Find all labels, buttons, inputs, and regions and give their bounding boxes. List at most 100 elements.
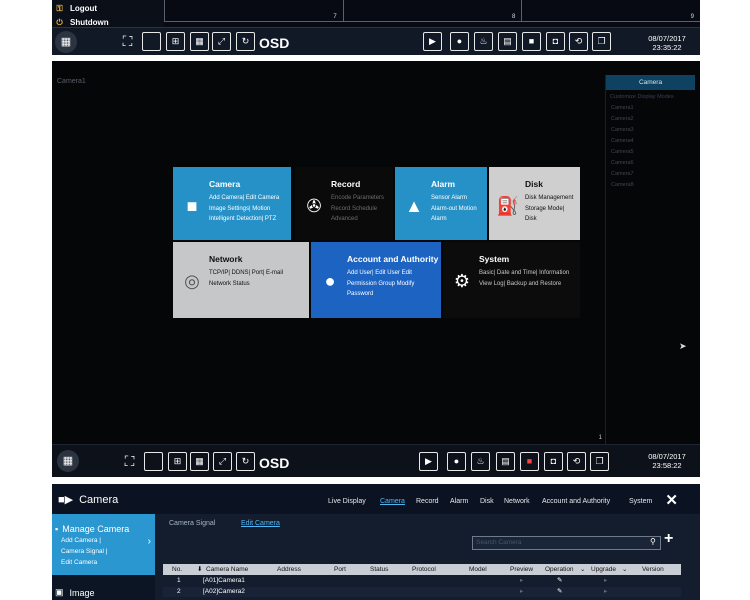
alarm-icon[interactable]: ♨ — [471, 452, 490, 471]
alarm-light-icon: ▲ — [405, 196, 423, 216]
record-tile[interactable]: ✇ Record Encode Parameters Record Schedu… — [295, 167, 393, 240]
video-camera-icon: ▪ — [55, 524, 59, 534]
disk-tile[interactable]: ⛽ Disk Disk Management Storage Mode| Dis… — [489, 167, 580, 240]
grid-cell[interactable]: 7 — [164, 0, 343, 22]
alarm-icon[interactable]: ♨ — [474, 32, 493, 51]
chevron-down-icon[interactable]: ⌄ — [580, 564, 585, 575]
tile-desc: Add Camera| Edit Camera Image Settings| … — [209, 195, 280, 222]
refresh-icon[interactable]: ⟲ — [569, 32, 588, 51]
play-icon[interactable]: ▸ — [520, 587, 523, 597]
nav-live-display[interactable]: Live Display — [328, 498, 366, 505]
manual-record-icon[interactable]: ● — [447, 452, 466, 471]
layout-1-icon[interactable] — [142, 32, 161, 51]
fullscreen-icon[interactable]: ⛶ — [120, 452, 139, 471]
nav-system[interactable]: System — [629, 498, 652, 505]
disk-icon[interactable]: ▤ — [498, 32, 517, 51]
manage-camera-heading: ▪ Manage Camera — [55, 524, 129, 534]
nav-account-authority[interactable]: Account and Authority — [542, 498, 610, 505]
sidebar-header[interactable]: Camera — [606, 75, 695, 90]
tab-camera-signal[interactable]: Camera Signal — [169, 520, 215, 527]
layout-9-icon[interactable]: ▦ — [190, 32, 209, 51]
sidebar-subitem-camera-signal[interactable]: Camera Signal | — [61, 548, 108, 555]
search-icon[interactable]: ⚲ — [650, 537, 656, 546]
image-label: Image — [69, 587, 95, 598]
lock-icon[interactable]: ◘ — [546, 32, 565, 51]
nav-camera[interactable]: Camera — [380, 498, 405, 505]
sidebar-item-manage-camera[interactable]: ▪ Manage Camera Add Camera | Camera Sign… — [52, 514, 155, 575]
sidebar-item-camera[interactable]: Camera5 — [606, 146, 695, 157]
sidebar-item-camera[interactable]: Camera7 — [606, 168, 695, 179]
edit-icon[interactable]: ✎ — [557, 576, 562, 586]
refresh-icon[interactable]: ⟲ — [567, 452, 586, 471]
live-view-top-panel: ⚿ Logout ⏻ Shutdown 7 8 9 ▦ ⛶ ⊞ ▦ ⤢ ↻ OS… — [52, 0, 700, 55]
osd-off-button[interactable]: OSDOFF — [259, 453, 289, 477]
layout-4-icon[interactable]: ⊞ — [168, 452, 187, 471]
sidebar-item-camera[interactable]: Camera3 — [606, 124, 695, 135]
sidebar-subheader[interactable]: Customize Display Modes — [606, 90, 695, 102]
fullscreen-icon[interactable]: ⛶ — [118, 32, 137, 51]
tile-desc: Sensor Alarm Alarm-out Motion Alarm — [431, 195, 477, 222]
window-icon[interactable]: ❐ — [592, 32, 611, 51]
sort-icon[interactable]: ⬇ — [197, 564, 202, 575]
upgrade-icon[interactable]: ▸ — [604, 576, 607, 586]
sidebar-item-camera[interactable]: Camera6 — [606, 157, 695, 168]
manual-record-icon[interactable]: ● — [450, 32, 469, 51]
sidebar-item-image[interactable]: ▣ Image — [55, 587, 95, 598]
network-tile[interactable]: ◎ Network TCP/IP| DDNS| Port| E-mail Net… — [173, 242, 309, 318]
edit-icon[interactable]: ✎ — [557, 587, 562, 597]
tab-edit-camera[interactable]: Edit Camera — [241, 520, 280, 527]
upgrade-icon[interactable]: ▸ — [604, 587, 607, 597]
layout-custom-icon[interactable]: ⤢ — [212, 32, 231, 51]
layout-4-icon[interactable]: ⊞ — [166, 32, 185, 51]
tile-title: Alarm — [431, 179, 456, 189]
playback-icon[interactable]: ▶ — [423, 32, 442, 51]
nav-network[interactable]: Network — [504, 498, 530, 505]
row-number: 1 — [177, 577, 181, 584]
table-row[interactable]: 1 [A01]Camera1 ▸ ✎ ▸ — [163, 576, 681, 586]
sidebar-subitem-add-camera[interactable]: Add Camera | — [61, 537, 101, 544]
grid-cell[interactable]: 8 — [342, 0, 522, 22]
window-icon[interactable]: ❐ — [590, 452, 609, 471]
tile-desc: TCP/IP| DDNS| Port| E-mail Network Statu… — [209, 270, 284, 287]
table-row[interactable]: 2 [A02]Camera2 ▸ ✎ ▸ — [163, 587, 681, 597]
camera-tile[interactable]: ■ Camera Add Camera| Edit Camera Image S… — [173, 167, 291, 240]
record-status-icon[interactable]: ■ — [520, 452, 539, 471]
disk-icon[interactable]: ▤ — [496, 452, 515, 471]
search-input[interactable]: Search Camera — [472, 536, 661, 550]
nav-alarm[interactable]: Alarm — [450, 498, 468, 505]
cell-number: 8 — [512, 14, 516, 20]
layout-9-icon[interactable]: ▦ — [190, 452, 209, 471]
play-icon[interactable]: ▸ — [520, 576, 523, 586]
sidebar-item-camera[interactable]: Camera1 — [606, 102, 695, 113]
system-tile[interactable]: ⚙ System Basic| Date and Time| Informati… — [443, 242, 580, 318]
grid-cell[interactable]: 9 — [521, 0, 700, 22]
osd-off-button[interactable]: OSDOFF — [259, 33, 289, 55]
chevron-down-icon[interactable]: ⌄ — [622, 564, 627, 575]
lock-icon[interactable]: ◘ — [544, 452, 563, 471]
start-menu-icon[interactable]: ▦ — [55, 31, 77, 53]
nav-record[interactable]: Record — [416, 498, 439, 505]
column-header[interactable]: Camera Name — [206, 564, 248, 575]
close-icon[interactable]: ✕ — [665, 491, 678, 509]
add-camera-button[interactable]: + — [664, 530, 673, 548]
sidebar-item-camera[interactable]: Camera2 — [606, 113, 695, 124]
column-header[interactable]: Upgrade — [591, 564, 616, 575]
layout-custom-icon[interactable]: ⤢ — [213, 452, 232, 471]
sidebar-item-camera[interactable]: Camera4 — [606, 135, 695, 146]
alarm-tile[interactable]: ▲ Alarm Sensor Alarm Alarm-out Motion Al… — [395, 167, 487, 240]
logout-menu-item[interactable]: ⚿ Logout — [55, 2, 164, 14]
start-menu-icon[interactable]: ▦ — [57, 450, 79, 472]
manage-camera-label: Manage Camera — [62, 524, 130, 534]
record-status-icon[interactable]: ■ — [522, 32, 541, 51]
sidebar-subitem-edit-camera[interactable]: Edit Camera — [61, 559, 97, 566]
account-tile[interactable]: ● Account and Authority Add User| Edit U… — [311, 242, 441, 318]
sequence-icon[interactable]: ↻ — [236, 32, 255, 51]
sidebar-item-camera[interactable]: Camera8 — [606, 179, 695, 190]
film-reel-icon: ✇ — [306, 196, 322, 216]
playback-icon[interactable]: ▶ — [419, 452, 438, 471]
sequence-icon[interactable]: ↻ — [236, 452, 255, 471]
content-area: Camera Signal Edit Camera Search Camera … — [155, 514, 700, 600]
layout-1-icon[interactable] — [144, 452, 163, 471]
nav-disk[interactable]: Disk — [480, 498, 494, 505]
column-header[interactable]: Operation — [545, 564, 574, 575]
